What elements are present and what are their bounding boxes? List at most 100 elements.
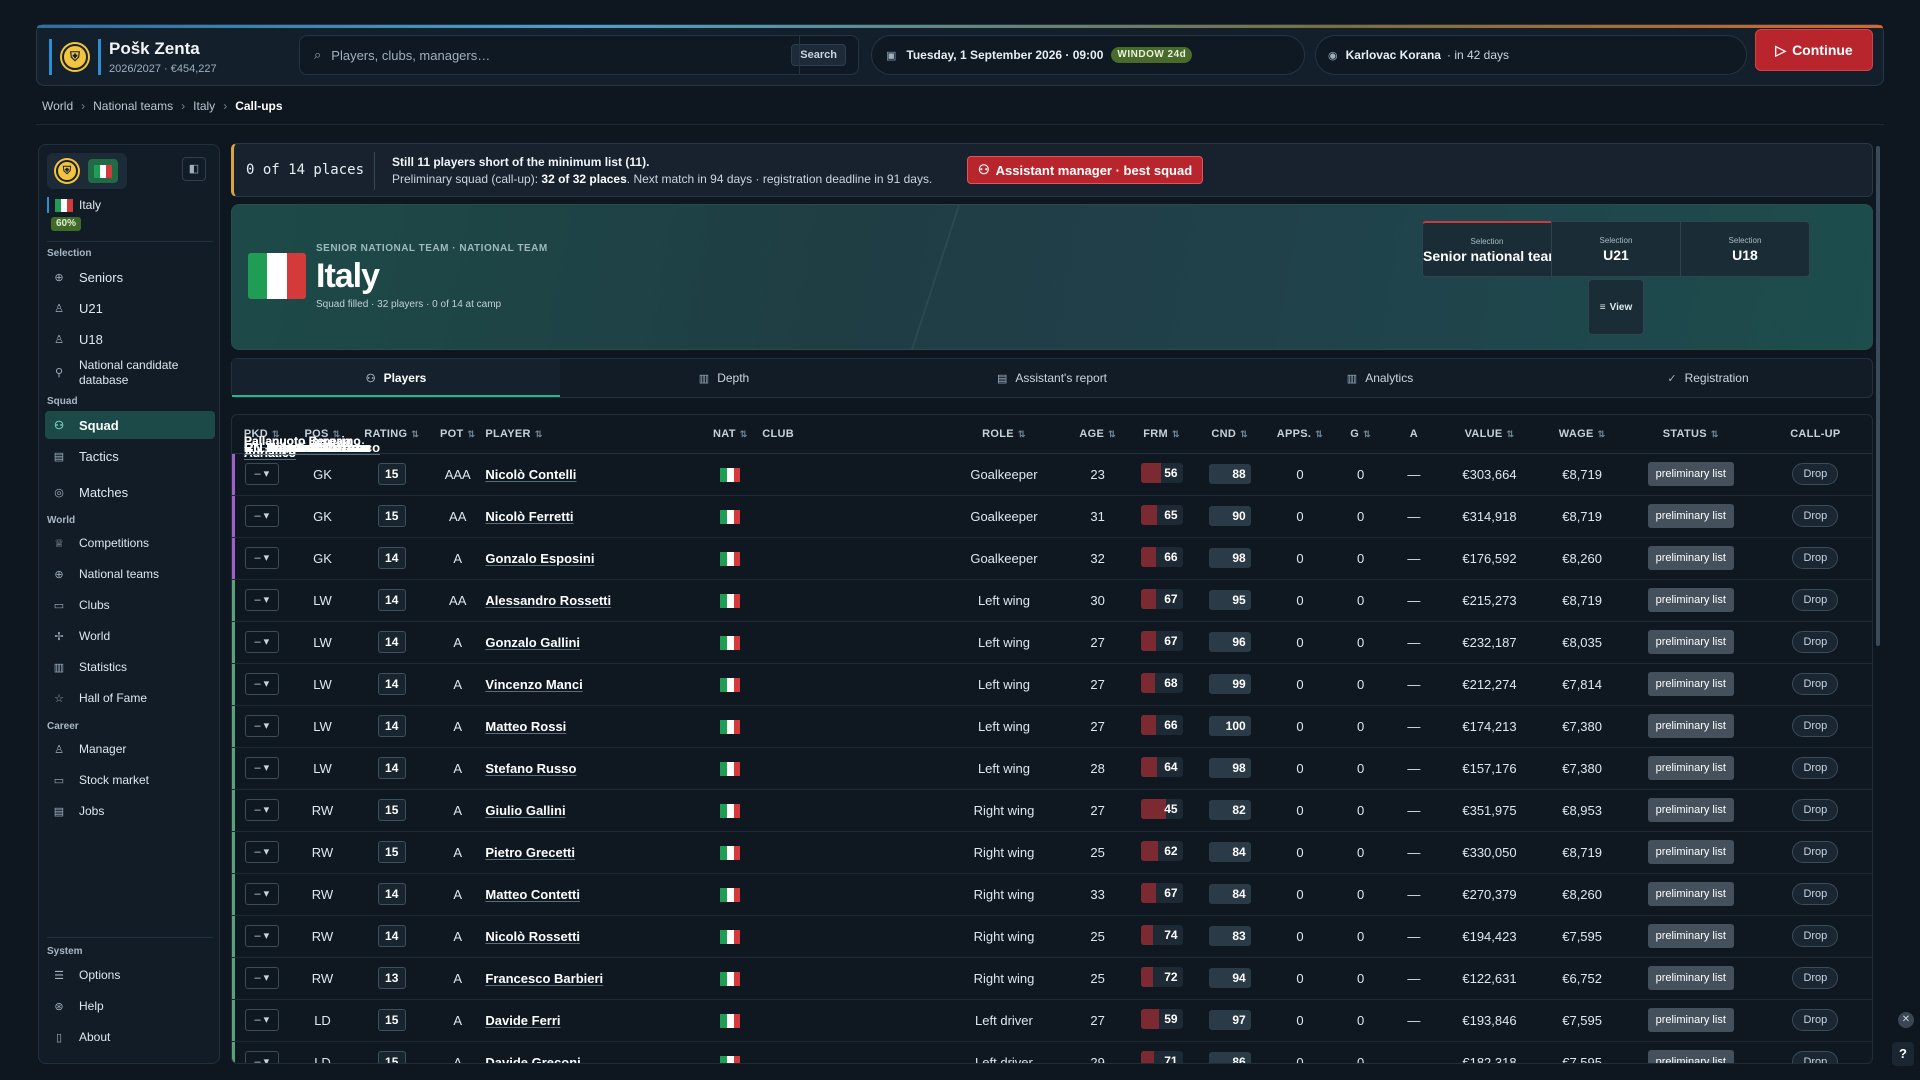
column-header-nat[interactable]: NAT ⇅ xyxy=(698,415,763,454)
table-row[interactable]: – ▾ RW 14 A Matteo Contetti Pallanuoto Bergam… xyxy=(232,435,1872,915)
column-header-status[interactable]: STATUS ⇅ xyxy=(1624,415,1757,454)
table-row[interactable]: – ▾ LW 14 A Stefano Russo Pallanuoto Bergamo … xyxy=(232,435,1872,789)
player-name-link[interactable]: Giulio Gallini xyxy=(485,803,565,818)
picked-dropdown[interactable]: – ▾ xyxy=(244,505,279,527)
table-row[interactable]: – ▾ LD 15 A Davide Ferri RN Bergamo Tirreno Le… xyxy=(232,440,1872,1041)
column-header-cnd[interactable]: CND ⇅ xyxy=(1192,415,1267,454)
drop-button[interactable]: Drop xyxy=(1792,799,1839,821)
table-row[interactable]: – ▾ LW 14 AA Alessandro Rossetti RN Napoli Ma… xyxy=(232,440,1872,621)
sidebar-collapse-icon[interactable]: ◧ xyxy=(182,157,206,181)
picked-dropdown[interactable]: – ▾ xyxy=(244,883,279,905)
drop-button[interactable]: Drop xyxy=(1792,589,1839,611)
drop-button[interactable]: Drop xyxy=(1792,757,1839,779)
sidebar-item-manager[interactable]: ♙ Manager xyxy=(45,735,215,763)
table-row[interactable]: – ▾ RW 13 A Francesco Barbieri RN Napoli Mare… xyxy=(232,440,1872,999)
club-identity[interactable]: ⛨ Pošk Zenta 2026/2027 · €454,227 xyxy=(49,37,217,77)
player-name-link[interactable]: Stefano Russo xyxy=(485,761,576,776)
picked-dropdown[interactable]: – ▾ xyxy=(244,673,279,695)
drop-button[interactable]: Drop xyxy=(1792,715,1839,737)
help-button[interactable]: ? xyxy=(1892,1042,1914,1066)
player-name-link[interactable]: Pietro Grecetti xyxy=(485,845,575,860)
picked-dropdown[interactable]: – ▾ xyxy=(244,589,279,611)
player-name-link[interactable]: Francesco Barbieri xyxy=(485,971,603,986)
drop-button[interactable]: Drop xyxy=(1792,841,1839,863)
column-header-call-up[interactable]: CALL-UP xyxy=(1756,415,1872,454)
tab-players[interactable]: ⚇ Players xyxy=(232,359,560,397)
picked-dropdown[interactable]: – ▾ xyxy=(244,1051,279,1063)
column-header-g[interactable]: G ⇅ xyxy=(1332,415,1389,454)
sidebar-item-national-teams[interactable]: ⊕ National teams xyxy=(45,560,215,588)
column-header-role[interactable]: ROLE ⇅ xyxy=(943,415,1065,454)
sidebar-item-options[interactable]: ☰ Options xyxy=(45,961,215,989)
search-input[interactable]: Players, clubs, managers… xyxy=(331,48,791,63)
picked-dropdown[interactable]: – ▾ xyxy=(244,1009,279,1031)
sidebar-item-matches[interactable]: ◎ Matches xyxy=(45,478,215,506)
player-name-link[interactable]: Matteo Contetti xyxy=(485,887,580,902)
sidebar-item-about[interactable]: ▯ About xyxy=(45,1023,215,1051)
sidebar-item-stock-market[interactable]: ▭ Stock market xyxy=(45,766,215,794)
drop-button[interactable]: Drop xyxy=(1792,505,1839,527)
date-display[interactable]: ▣ Tuesday, 1 September 2026 · 09:00 WIND… xyxy=(871,35,1305,75)
player-name-link[interactable]: Davide Greconi xyxy=(485,1055,580,1064)
picked-dropdown[interactable]: – ▾ xyxy=(244,631,279,653)
breadcrumb-world[interactable]: World xyxy=(42,99,73,113)
player-name-link[interactable]: Nicolò Rossetti xyxy=(485,929,580,944)
table-row[interactable]: – ▾ GK 15 AA Nicolò Ferretti CN Trieste Azzur… xyxy=(232,440,1872,537)
picked-dropdown[interactable]: – ▾ xyxy=(244,841,279,863)
table-row[interactable]: – ▾ RW 15 A Giulio Gallini Pallanuoto Imperia… xyxy=(232,435,1872,831)
view-button[interactable]: ≡ View xyxy=(1588,279,1644,335)
sidebar-item-hall-of-fame[interactable]: ☆ Hall of Fame xyxy=(45,684,215,712)
table-row[interactable]: – ▾ LW 14 A Vincenzo Manci CN Genova Mare Left… xyxy=(232,440,1872,705)
table-row[interactable]: – ▾ RW 15 A Pietro Grecetti CN Siracusa Adria… xyxy=(232,440,1872,873)
tab-depth[interactable]: ▥ Depth xyxy=(560,359,888,397)
player-name-link[interactable]: Gonzalo Esposini xyxy=(485,551,594,566)
search-bar[interactable]: ⌕ Players, clubs, managers… Search xyxy=(299,35,859,75)
sidebar-item-tactics[interactable]: ▤ Tactics xyxy=(45,442,215,470)
sidebar-item-jobs[interactable]: ▤ Jobs xyxy=(45,797,215,825)
column-header-value[interactable]: VALUE ⇅ xyxy=(1439,415,1540,454)
picked-dropdown[interactable]: – ▾ xyxy=(244,715,279,737)
player-name-link[interactable]: Alessandro Rossetti xyxy=(485,593,611,608)
picked-dropdown[interactable]: – ▾ xyxy=(244,799,279,821)
player-name-link[interactable]: Matteo Rossi xyxy=(485,719,566,734)
table-row[interactable]: – ▾ LD 15 A Davide Greconi CN Trieste Azzurro… xyxy=(232,440,1872,1064)
sidebar-item-statistics[interactable]: ▥ Statistics xyxy=(45,653,215,681)
player-name-link[interactable]: Nicolò Contelli xyxy=(485,467,576,482)
picked-dropdown[interactable]: – ▾ xyxy=(244,757,279,779)
tab-registration[interactable]: ✓ Registration xyxy=(1544,359,1872,397)
sidebar-item-squad[interactable]: ⚇ Squad xyxy=(45,411,215,439)
column-header-wage[interactable]: WAGE ⇅ xyxy=(1539,415,1625,454)
sidebar-item-u18[interactable]: ♙ U18 xyxy=(45,325,215,353)
italy-flag-icon[interactable] xyxy=(88,159,118,183)
drop-button[interactable]: Drop xyxy=(1792,673,1839,695)
drop-button[interactable]: Drop xyxy=(1792,547,1839,569)
drop-button[interactable]: Drop xyxy=(1792,631,1839,653)
sidebar-item-clubs[interactable]: ▭ Clubs xyxy=(45,591,215,619)
next-match[interactable]: ◉ Karlovac Korana · in 42 days xyxy=(1315,35,1747,75)
column-header-club[interactable]: CLUB xyxy=(762,415,944,454)
player-name-link[interactable]: Davide Ferri xyxy=(485,1013,560,1028)
selection-u18-button[interactable]: Selection U18 xyxy=(1680,221,1810,277)
tab-assistant-report[interactable]: ▤ Assistant's report xyxy=(888,359,1216,397)
player-name-link[interactable]: Nicolò Ferretti xyxy=(485,509,573,524)
page-scrollbar[interactable] xyxy=(1876,146,1880,646)
column-header-frm[interactable]: FRM ⇅ xyxy=(1130,415,1193,454)
player-name-link[interactable]: Vincenzo Manci xyxy=(485,677,582,692)
selection-senior-button[interactable]: Selection Senior national team xyxy=(1422,221,1552,277)
close-icon[interactable]: ✕ xyxy=(1898,1012,1914,1028)
selection-u21-button[interactable]: Selection U21 xyxy=(1551,221,1681,277)
table-row[interactable]: – ▾ GK 14 A Gonzalo Esposini RN Bergamo Tirre… xyxy=(232,440,1872,579)
picked-dropdown[interactable]: – ▾ xyxy=(244,967,279,989)
sidebar-item-candidate-database[interactable]: ⚲ National candidate database xyxy=(45,356,215,390)
drop-button[interactable]: Drop xyxy=(1792,463,1839,485)
column-header-player[interactable]: PLAYER ⇅ xyxy=(485,415,699,454)
tab-analytics[interactable]: ▥ Analytics xyxy=(1216,359,1544,397)
sidebar-item-u21[interactable]: ♙ U21 xyxy=(45,294,215,322)
sidebar-switcher[interactable]: ⛨ xyxy=(47,153,127,189)
drop-button[interactable]: Drop xyxy=(1792,967,1839,989)
table-row[interactable]: – ▾ GK 15 AAA Nicolò Contelli RN Catania Tirr… xyxy=(232,440,1872,495)
column-header-age[interactable]: AGE ⇅ xyxy=(1064,415,1131,454)
sidebar-item-seniors[interactable]: ⊕ Seniors xyxy=(45,263,215,291)
picked-dropdown[interactable]: – ▾ xyxy=(244,925,279,947)
club-crest-icon[interactable]: ⛨ xyxy=(56,160,78,182)
